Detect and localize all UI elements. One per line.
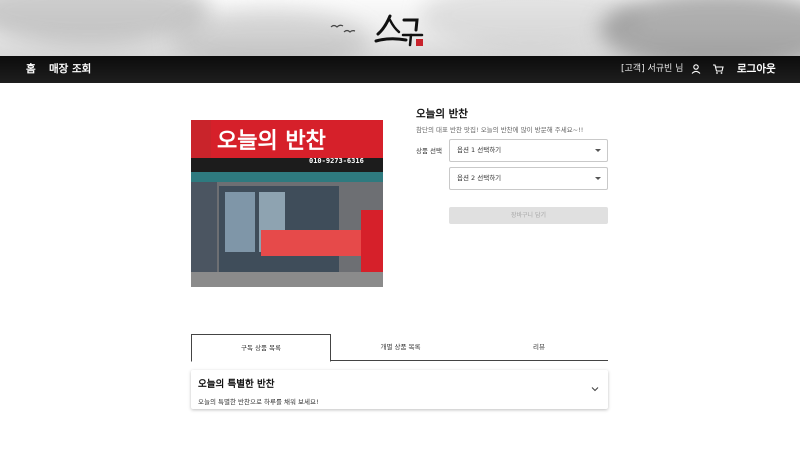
product-tabs: 구독 상품 목록 개별 상품 목록 리뷰 [191, 334, 608, 362]
user-greeting: [고객] 서규빈 님 [621, 64, 684, 74]
brush-calligraphy-logo-icon[interactable] [372, 10, 432, 52]
option-2-placeholder: 옵션 2 선택하기 [457, 174, 502, 182]
tab-subscription-products[interactable]: 구독 상품 목록 [191, 334, 331, 362]
nav-home-link[interactable]: 홈 [26, 56, 36, 83]
chevron-down-icon[interactable] [591, 385, 599, 393]
tab-reviews[interactable]: 리뷰 [470, 334, 608, 361]
special-banchan-accordion[interactable]: 오늘의 특별한 반찬 오늘의 특별한 반찬으로 하루를 채워 보세요! [191, 370, 608, 409]
tab-individual-products[interactable]: 개별 상품 목록 [331, 334, 470, 361]
cart-icon[interactable] [712, 63, 724, 75]
store-sign-phone: 010-9273-6316 [309, 157, 364, 165]
logout-link[interactable]: 로그아웃 [737, 56, 776, 83]
accordion-title: 오늘의 특별한 반찬 [198, 379, 275, 390]
dropdown-caret-icon [595, 149, 601, 152]
store-sign-text: 오늘의 반찬 [217, 129, 326, 154]
add-to-cart-button[interactable]: 장바구니 담기 [449, 207, 608, 224]
birds-icon [330, 24, 356, 33]
header-banner [0, 0, 800, 56]
top-navbar: 홈 매장 조회 [고객] 서규빈 님 로그아웃 [0, 56, 800, 83]
red-seal-icon [416, 39, 423, 46]
option-label: 상품 선택 [416, 147, 442, 155]
user-icon[interactable] [690, 63, 702, 75]
nav-store-search-link[interactable]: 매장 조회 [49, 56, 91, 83]
option-1-select[interactable]: 옵션 1 선택하기 [449, 139, 608, 162]
dropdown-caret-icon [595, 177, 601, 180]
option-1-placeholder: 옵션 1 선택하기 [457, 146, 502, 154]
product-image: 오늘의 반찬 010-9273-6316 [191, 120, 383, 287]
option-2-select[interactable]: 옵션 2 선택하기 [449, 167, 608, 190]
product-title: 오늘의 반찬 [416, 108, 468, 120]
product-description: 참단의 대표 반찬 맛집! 오늘의 반찬에 많이 방문해 주세요~!! [416, 126, 584, 134]
accordion-subtitle: 오늘의 특별한 반찬으로 하루를 채워 보세요! [198, 398, 319, 406]
